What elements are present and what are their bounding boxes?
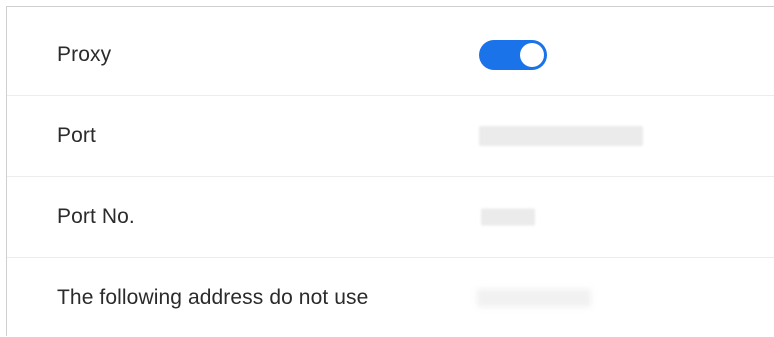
proxy-exclusion-value-field[interactable] bbox=[477, 288, 591, 307]
proxy-settings-panel: Proxy Port Port No. The following addres… bbox=[6, 6, 774, 336]
port-value-field[interactable] bbox=[479, 126, 643, 146]
port-number-row: Port No. bbox=[7, 177, 774, 258]
port-row: Port bbox=[7, 96, 774, 177]
port-number-label: Port No. bbox=[57, 205, 135, 228]
port-number-value-field[interactable] bbox=[481, 208, 535, 226]
port-label: Port bbox=[57, 124, 96, 147]
toggle-knob bbox=[520, 43, 544, 67]
proxy-toggle[interactable] bbox=[479, 40, 547, 70]
proxy-row: Proxy bbox=[7, 15, 774, 96]
proxy-exclusion-label: The following address do not use bbox=[57, 285, 369, 309]
proxy-exclusion-row: The following address do not use bbox=[7, 258, 774, 337]
proxy-label: Proxy bbox=[57, 43, 112, 66]
